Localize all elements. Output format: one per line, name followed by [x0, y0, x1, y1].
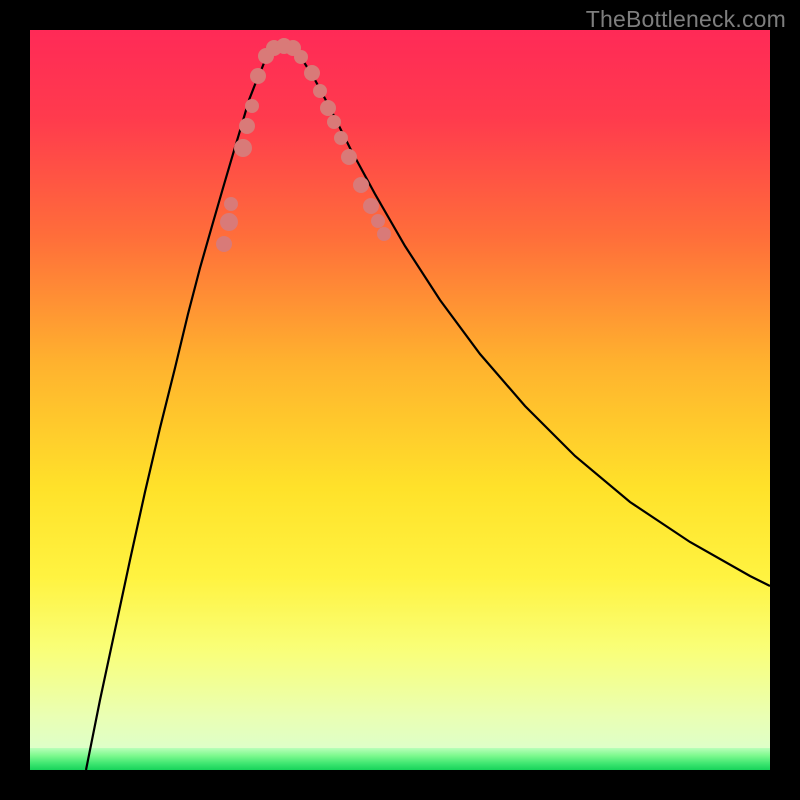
highlight-dot — [250, 68, 266, 84]
highlight-dot — [320, 100, 336, 116]
highlight-dot — [239, 118, 255, 134]
highlight-dot — [327, 115, 341, 129]
bottleneck-curve — [86, 47, 770, 770]
highlight-dot — [363, 198, 379, 214]
highlight-dot — [353, 177, 369, 193]
highlight-dots-group — [216, 38, 391, 252]
highlight-dot — [304, 65, 320, 81]
plot-area — [30, 30, 770, 770]
highlight-dot — [377, 227, 391, 241]
highlight-dot — [334, 131, 348, 145]
highlight-dot — [341, 149, 357, 165]
chart-frame: TheBottleneck.com — [0, 0, 800, 800]
highlight-dot — [294, 50, 308, 64]
highlight-dot — [216, 236, 232, 252]
plot-curve-layer — [30, 30, 770, 770]
highlight-dot — [245, 99, 259, 113]
watermark-label: TheBottleneck.com — [586, 6, 786, 33]
highlight-dot — [234, 139, 252, 157]
highlight-dot — [371, 214, 385, 228]
highlight-dot — [220, 213, 238, 231]
highlight-dot — [224, 197, 238, 211]
highlight-dot — [313, 84, 327, 98]
